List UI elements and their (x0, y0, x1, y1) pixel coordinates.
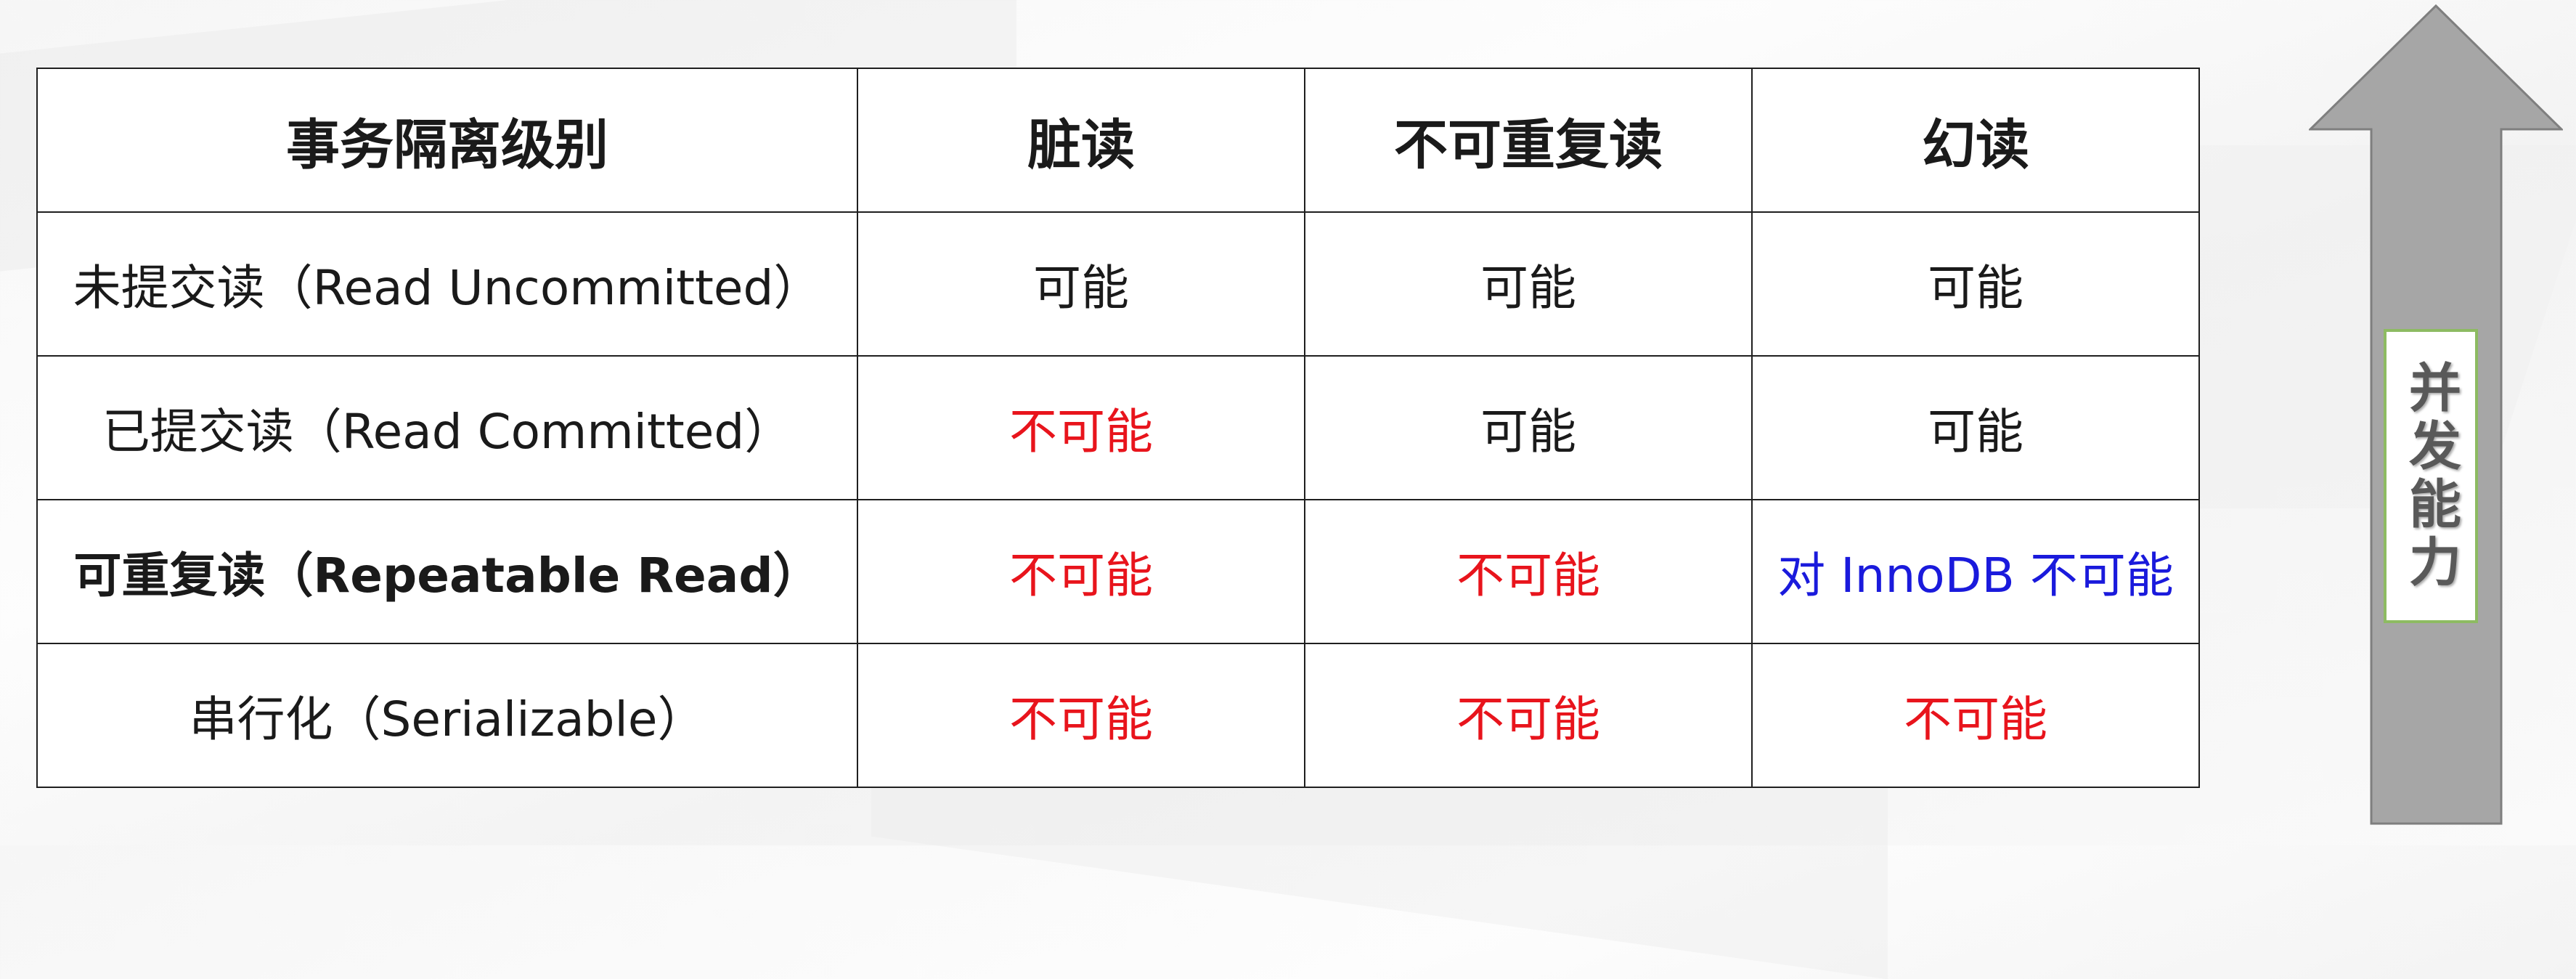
concurrency-label: 并发能力 (2400, 359, 2461, 593)
cell-level: 可重复读（Repeatable Read） (36, 499, 858, 644)
cell-dirty-read: 可能 (857, 211, 1305, 357)
cell-non-repeatable-read: 可能 (1304, 211, 1753, 357)
table-row: 未提交读（Read Uncommitted） 可能 可能 可能 (36, 211, 2200, 357)
header-non-repeatable-read: 不可重复读 (1304, 68, 1753, 213)
table-header-row: 事务隔离级别 脏读 不可重复读 幻读 (36, 68, 2200, 213)
cell-phantom-read: 对 InnoDB 不可能 (1751, 499, 2200, 644)
cell-level: 串行化（Serializable） (36, 643, 858, 788)
table-row: 可重复读（Repeatable Read） 不可能 不可能 对 InnoDB 不… (36, 499, 2200, 644)
cell-level: 已提交读（Read Committed） (36, 355, 858, 500)
header-phantom-read: 幻读 (1751, 68, 2200, 213)
table-row: 串行化（Serializable） 不可能 不可能 不可能 (36, 643, 2200, 788)
cell-phantom-read: 可能 (1751, 211, 2200, 357)
cell-dirty-read: 不可能 (857, 499, 1305, 644)
cell-non-repeatable-read: 不可能 (1304, 643, 1753, 788)
cell-non-repeatable-read: 不可能 (1304, 499, 1753, 644)
table-row: 已提交读（Read Committed） 不可能 可能 可能 (36, 355, 2200, 500)
cell-dirty-read: 不可能 (857, 355, 1305, 500)
cell-non-repeatable-read: 可能 (1304, 355, 1753, 500)
isolation-level-table: 事务隔离级别 脏读 不可重复读 幻读 未提交读（Read Uncommitted… (36, 68, 2200, 788)
cell-dirty-read: 不可能 (857, 643, 1305, 788)
header-dirty-read: 脏读 (857, 68, 1305, 213)
header-isolation-level: 事务隔离级别 (36, 68, 858, 213)
cell-phantom-read: 可能 (1751, 355, 2200, 500)
cell-phantom-read: 不可能 (1751, 643, 2200, 788)
concurrency-label-box: 并发能力 (2384, 329, 2478, 623)
cell-level: 未提交读（Read Uncommitted） (36, 211, 858, 357)
